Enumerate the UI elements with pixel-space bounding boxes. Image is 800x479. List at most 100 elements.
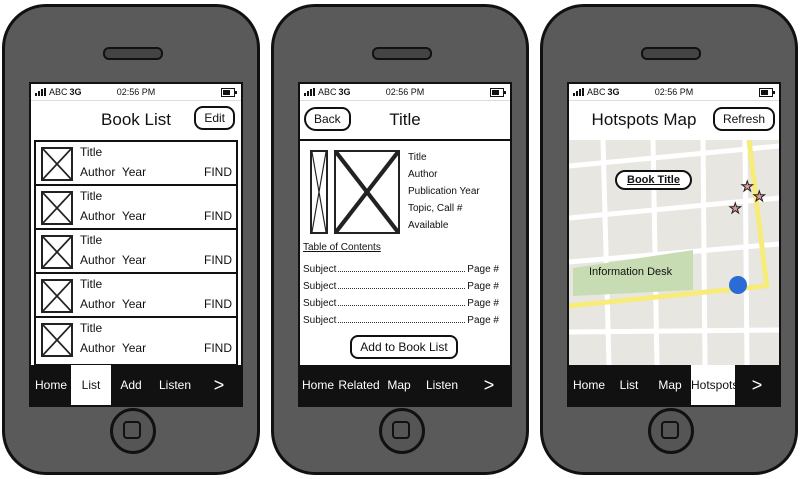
home-button[interactable] <box>110 408 156 454</box>
status-bar: ABC 3G 02:56 PM <box>31 84 241 101</box>
book-title: Title <box>80 233 103 247</box>
toc-subject: Subject <box>303 315 337 326</box>
toc-page: Page # <box>467 298 499 309</box>
tab-listen[interactable]: Listen <box>151 365 199 405</box>
list-item[interactable]: Title Author Year FIND <box>36 142 236 186</box>
find-link[interactable]: FIND <box>204 253 232 267</box>
book-cover-placeholder <box>334 150 400 234</box>
add-to-book-list-button[interactable]: Add to Book List <box>350 335 458 359</box>
toc-row[interactable]: Subject Page # <box>303 315 499 326</box>
list-item[interactable]: Title Author Year FIND <box>36 186 236 230</box>
battery-icon <box>490 88 506 97</box>
book-list: Title Author Year FIND Title Author Year… <box>34 140 238 366</box>
home-button[interactable] <box>648 408 694 454</box>
book-title: Title <box>80 189 103 203</box>
speaker-grille <box>372 47 432 60</box>
book-author: Author <box>80 253 116 267</box>
toc-row[interactable]: Subject Page # <box>303 298 499 309</box>
toc-page: Page # <box>467 264 499 275</box>
toc-leader <box>338 264 466 272</box>
nav-header: Back Title <box>300 101 510 141</box>
toc-subject: Subject <box>303 264 337 275</box>
book-cover-placeholder <box>41 147 73 181</box>
detail-title: Title <box>408 152 427 163</box>
book-author: Author <box>80 209 116 223</box>
status-bar: ABC 3G 02:56 PM <box>569 84 779 101</box>
refresh-button[interactable]: Refresh <box>712 107 775 131</box>
book-year: Year <box>121 341 147 355</box>
page-title: Hotspots Map <box>591 110 697 129</box>
book-author-year: Author Year <box>80 165 146 179</box>
tab-map[interactable]: Map <box>382 365 416 405</box>
status-time: 02:56 PM <box>385 87 425 97</box>
book-author: Author <box>80 341 116 355</box>
book-year: Year <box>121 209 147 223</box>
book-cover-placeholder <box>41 279 73 313</box>
tab-list[interactable]: List <box>609 365 649 405</box>
nav-header: Hotspots Map Refresh <box>569 101 779 139</box>
find-link[interactable]: FIND <box>204 341 232 355</box>
phone-hotspots-map: ABC 3G 02:56 PM Hotspots Map Refresh Boo… <box>540 4 798 475</box>
current-location-dot <box>729 276 747 294</box>
tab-bar: Home Related Map Listen > <box>300 365 510 405</box>
screen-book-detail: ABC 3G 02:56 PM Back Title Title Author … <box>298 82 512 407</box>
page-title: Book List <box>101 110 171 129</box>
tab-more-arrow[interactable]: > <box>735 365 779 405</box>
status-time: 02:56 PM <box>116 87 156 97</box>
find-link[interactable]: FIND <box>204 209 232 223</box>
battery-icon <box>221 88 237 97</box>
tab-more-arrow[interactable]: > <box>199 365 239 405</box>
tab-add[interactable]: Add <box>111 365 151 405</box>
book-author-year: Author Year <box>80 253 146 267</box>
back-button[interactable]: Back <box>304 107 351 131</box>
map-view[interactable]: Book Title Information Desk ★ ★ ★ <box>569 140 779 365</box>
book-title: Title <box>80 145 103 159</box>
information-desk-label: Information Desk <box>589 266 673 278</box>
tab-more-arrow[interactable]: > <box>468 365 510 405</box>
status-bar: ABC 3G 02:56 PM <box>300 84 510 101</box>
toc-subject: Subject <box>303 281 337 292</box>
speaker-grille <box>641 47 701 60</box>
toc-leader <box>338 281 466 289</box>
screen-book-list: ABC 3G 02:56 PM Book List Edit Title Aut… <box>29 82 243 407</box>
list-item[interactable]: Title Author Year FIND <box>36 318 236 362</box>
hotspot-star-icon[interactable]: ★ <box>729 200 743 217</box>
page-title: Title <box>389 110 421 129</box>
book-author-year: Author Year <box>80 341 146 355</box>
detail-author: Author <box>408 169 438 180</box>
book-author: Author <box>80 165 116 179</box>
list-item[interactable]: Title Author Year FIND <box>36 230 236 274</box>
tab-listen[interactable]: Listen <box>416 365 468 405</box>
home-button[interactable] <box>379 408 425 454</box>
phone-book-detail: ABC 3G 02:56 PM Back Title Title Author … <box>271 4 529 475</box>
book-year: Year <box>121 165 147 179</box>
tab-bar: Home List Add Listen > <box>31 365 241 405</box>
table-of-contents-link[interactable]: Table of Contents <box>303 242 381 253</box>
edit-button[interactable]: Edit <box>194 106 235 130</box>
tab-related[interactable]: Related <box>336 365 382 405</box>
hotspot-star-icon[interactable]: ★ <box>741 178 755 195</box>
toc-subject: Subject <box>303 298 337 309</box>
book-title-callout[interactable]: Book Title <box>615 170 692 190</box>
tab-hotspots[interactable]: Hotspots <box>691 365 738 405</box>
status-time: 02:56 PM <box>654 87 694 97</box>
detail-topic-call: Topic, Call # <box>408 203 463 214</box>
hotspot-star-icon[interactable]: ★ <box>753 188 767 205</box>
book-author-year: Author Year <box>80 297 146 311</box>
book-title: Title <box>80 277 103 291</box>
tab-home[interactable]: Home <box>569 365 609 405</box>
toc-row[interactable]: Subject Page # <box>303 264 499 275</box>
book-year: Year <box>121 297 147 311</box>
book-cover-placeholder <box>41 235 73 269</box>
tab-bar: Home List Map Hotspots > <box>569 365 779 405</box>
toc-leader <box>338 315 466 323</box>
toc-page: Page # <box>467 315 499 326</box>
tab-home[interactable]: Home <box>300 365 336 405</box>
find-link[interactable]: FIND <box>204 165 232 179</box>
tab-home[interactable]: Home <box>31 365 71 405</box>
list-item[interactable]: Title Author Year FIND <box>36 274 236 318</box>
find-link[interactable]: FIND <box>204 297 232 311</box>
tab-list[interactable]: List <box>71 365 111 405</box>
toc-row[interactable]: Subject Page # <box>303 281 499 292</box>
tab-map[interactable]: Map <box>649 365 691 405</box>
